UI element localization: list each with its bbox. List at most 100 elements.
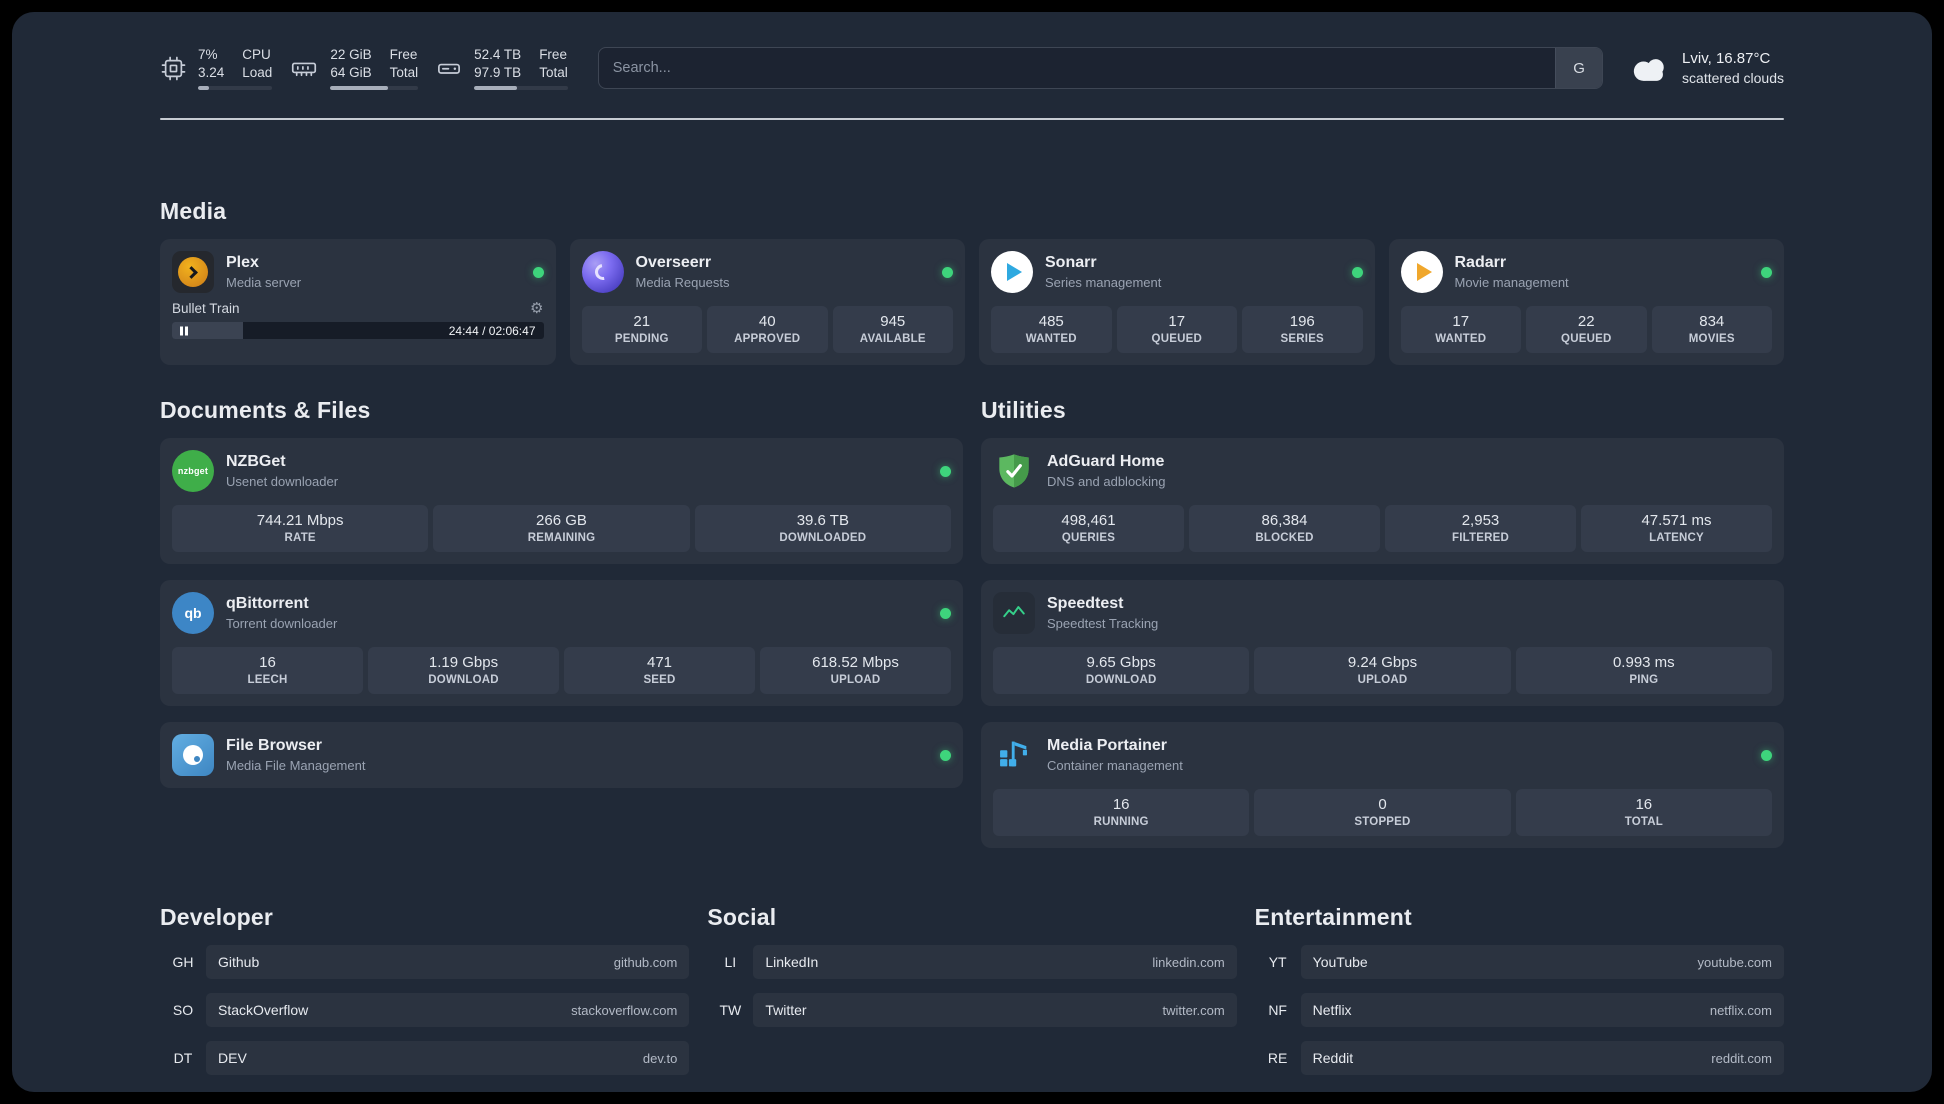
service-name: Sonarr — [1045, 254, 1097, 272]
bookmark-name: DEV — [218, 1050, 247, 1067]
disk-label-bottom: Total — [539, 65, 568, 81]
service-card-overseerr[interactable]: Overseerr Media Requests 21 PENDING 40 A… — [569, 239, 965, 366]
bookmark-name: YouTube — [1312, 954, 1368, 971]
bookmark-url: youtube.com — [1697, 954, 1772, 970]
stat-label: APPROVED — [734, 333, 801, 346]
bookmark-url: netflix.com — [1709, 1002, 1772, 1018]
stat-tile: 834 MOVIES — [1651, 306, 1772, 354]
bookmark-url: linkedin.com — [1152, 954, 1225, 970]
service-meta: AdGuard Home DNS and adblocking — [1047, 453, 1166, 489]
ram-icon — [289, 55, 319, 82]
bookmark-link[interactable]: Netflix netflix.com — [1300, 993, 1784, 1028]
bookmark-link[interactable]: DEV dev.to — [206, 1041, 690, 1076]
bookmark-link[interactable]: Reddit reddit.com — [1300, 1041, 1784, 1076]
seek-bar[interactable]: 24:44 / 02:06:47 — [172, 322, 544, 340]
search-provider-button[interactable]: G — [1555, 48, 1603, 89]
radarr-icon — [1400, 251, 1443, 294]
disk-stats: 52.4 TB 97.9 TB Free Total — [474, 46, 568, 91]
cloud-icon — [1629, 51, 1671, 85]
stat-value: 22 — [1577, 313, 1595, 331]
service-stats: 485 WANTED 17 QUEUED 196 SERIES — [991, 306, 1363, 354]
service-card-portainer[interactable]: Media Portainer Container management 16 … — [981, 722, 1784, 849]
service-card-radarr[interactable]: Radarr Movie management 17 WANTED 22 QUE… — [1388, 239, 1784, 366]
service-description: DNS and adblocking — [1047, 474, 1166, 490]
qbittorrent-icon: qb — [172, 592, 214, 635]
disk-progress-bar — [474, 86, 568, 91]
bookmark-group-developer: Developer GH Github github.com SO StackO… — [160, 904, 690, 1076]
stat-label: TOTAL — [1624, 816, 1663, 829]
bookmark-abbr: RE — [1267, 1050, 1288, 1067]
media-grid: Plex Media server Bullet Train ⚙ 24:44 /… — [160, 239, 1784, 366]
service-card-qbittorrent[interactable]: qb qBittorrent Torrent downloader 16 LEE… — [160, 580, 963, 707]
plex-icon — [172, 251, 214, 294]
service-meta: Overseerr Media Requests — [636, 254, 730, 290]
stat-label: UPLOAD — [830, 674, 881, 687]
service-card-speedtest[interactable]: Speedtest Speedtest Tracking 9.65 Gbps D… — [981, 580, 1784, 707]
stat-tile: 1.19 Gbps DOWNLOAD — [368, 647, 559, 695]
status-dot — [532, 266, 544, 278]
stat-label: STOPPED — [1354, 816, 1411, 829]
bookmark-name: Reddit — [1312, 1050, 1354, 1067]
bookmark-link[interactable]: Twitter twitter.com — [753, 993, 1237, 1028]
stat-tile: 39.6 TB DOWNLOADED — [694, 505, 951, 553]
service-header: Sonarr Series management — [991, 251, 1363, 294]
service-meta: Speedtest Speedtest Tracking — [1047, 595, 1158, 631]
bookmark-abbr: YT — [1268, 954, 1287, 971]
disk-icon — [435, 55, 463, 82]
cpu-widget: 7% 3.24 CPU Load — [160, 46, 273, 91]
service-header: File Browser Media File Management — [172, 734, 951, 777]
service-description: Usenet downloader — [226, 474, 339, 490]
service-card-nzbget[interactable]: nzbget NZBGet Usenet downloader 744.21 M… — [160, 438, 963, 565]
gear-icon[interactable]: ⚙ — [530, 301, 543, 316]
bookmark-abbr: LI — [724, 954, 737, 971]
nzbget-icon-text: nzbget — [177, 466, 209, 477]
service-header: Speedtest Speedtest Tracking — [993, 592, 1772, 635]
bookmark-url: twitter.com — [1162, 1002, 1225, 1018]
stat-label: PING — [1629, 674, 1659, 687]
memory-stats: 22 GiB 64 GiB Free Total — [330, 46, 419, 91]
weather-widget: Lviv, 16.87°C scattered clouds — [1629, 50, 1784, 86]
stat-label: DOWNLOAD — [1085, 674, 1157, 687]
bookmark-item-stackoverflow: SO StackOverflow stackoverflow.com — [160, 993, 690, 1028]
service-card-sonarr[interactable]: Sonarr Series management 485 WANTED 17 Q… — [979, 239, 1375, 366]
stat-value: 945 — [880, 313, 906, 331]
service-card-filebrowser[interactable]: File Browser Media File Management — [160, 722, 963, 789]
bookmark-item-github: GH Github github.com — [160, 945, 690, 980]
service-card-plex[interactable]: Plex Media server Bullet Train ⚙ 24:44 /… — [160, 239, 556, 366]
stat-value: 16 — [259, 654, 276, 672]
disk-label-top: Free — [539, 47, 567, 62]
stat-label: QUERIES — [1061, 532, 1116, 545]
bookmark-rows: LI LinkedIn linkedin.com TW Twitter twit… — [707, 945, 1237, 1028]
bookmark-abbr: NF — [1268, 1002, 1287, 1019]
pause-icon[interactable] — [180, 326, 188, 336]
search-input[interactable] — [597, 47, 1604, 90]
service-card-adguard[interactable]: AdGuard Home DNS and adblocking 498,461 … — [981, 438, 1784, 565]
stat-label: SERIES — [1280, 333, 1324, 346]
bookmark-link[interactable]: Github github.com — [206, 945, 690, 980]
stat-tile: 16 LEECH — [172, 647, 363, 695]
memory-widget: 22 GiB 64 GiB Free Total — [289, 46, 419, 91]
service-header: Media Portainer Container management — [993, 734, 1772, 776]
stat-value: 2,953 — [1461, 512, 1500, 530]
bookmark-rows: YT YouTube youtube.com NF Netflix netfli… — [1255, 945, 1784, 1076]
stat-tile: 47.571 ms LATENCY — [1581, 505, 1772, 553]
cpu-label-top: CPU — [242, 47, 271, 62]
stat-value: 47.571 ms — [1641, 512, 1712, 530]
service-description: Movie management — [1454, 275, 1569, 291]
section-utilities: Utilities AdGuard Home DNS and adblockin… — [981, 397, 1784, 849]
stat-label: REMAINING — [527, 532, 596, 545]
bookmark-link[interactable]: YouTube youtube.com — [1300, 945, 1784, 980]
service-name: Plex — [226, 254, 259, 272]
bookmark-group-social: Social LI LinkedIn linkedin.com TW Twitt… — [707, 904, 1237, 1028]
stat-value: 86,384 — [1261, 512, 1308, 530]
section-documents: Documents & Files nzbget NZBGet Usenet d… — [160, 397, 963, 789]
sonarr-icon — [991, 251, 1033, 294]
bookmark-link[interactable]: StackOverflow stackoverflow.com — [206, 993, 690, 1028]
memory-progress-fill — [330, 86, 389, 91]
bookmark-item-reddit: RE Reddit reddit.com — [1255, 1041, 1784, 1076]
bookmark-link[interactable]: LinkedIn linkedin.com — [753, 945, 1237, 980]
stat-tile: 40 APPROVED — [707, 306, 828, 354]
stat-label: WANTED — [1025, 333, 1077, 346]
stat-label: LATENCY — [1649, 532, 1704, 545]
adguard-shield-icon — [993, 450, 1035, 492]
